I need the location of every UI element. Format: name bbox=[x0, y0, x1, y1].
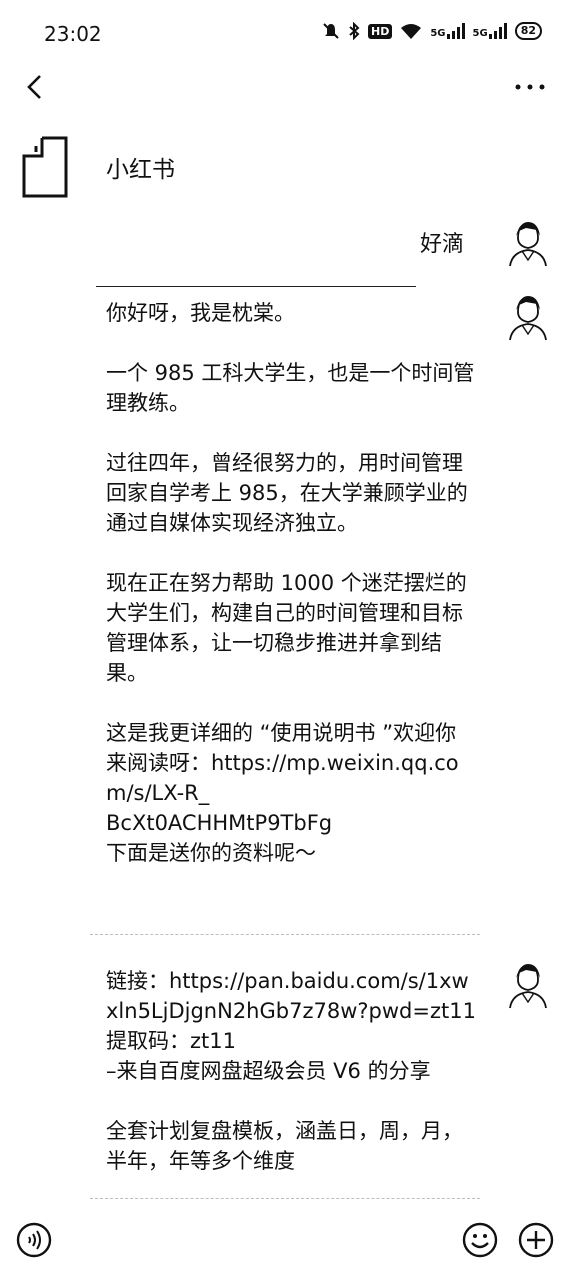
signal-label-1: 5G bbox=[430, 28, 446, 39]
wifi-icon bbox=[401, 24, 422, 39]
hd-badge: HD bbox=[368, 23, 393, 39]
signal-icon-1 bbox=[446, 23, 465, 39]
chevron-left-icon[interactable] bbox=[20, 72, 48, 102]
input-bar-separator bbox=[90, 1198, 480, 1199]
sender-avatar-2[interactable] bbox=[504, 960, 552, 1010]
status-bar: 23:02 HD 5G 5G 82 bbox=[0, 0, 572, 68]
status-icons: HD 5G 5G 82 bbox=[322, 22, 542, 40]
my-avatar[interactable] bbox=[504, 218, 552, 268]
voice-input-icon[interactable] bbox=[16, 1222, 52, 1258]
my-reply-message[interactable]: 好滴 bbox=[420, 226, 464, 258]
status-time: 23:02 bbox=[44, 22, 102, 46]
emoji-icon[interactable] bbox=[462, 1222, 498, 1258]
bluetooth-icon bbox=[349, 22, 360, 40]
message-separator bbox=[90, 934, 480, 935]
sender-avatar-1[interactable] bbox=[504, 292, 552, 342]
message-divider bbox=[96, 286, 416, 287]
more-horizontal-icon[interactable] bbox=[510, 72, 550, 102]
contact-logo bbox=[22, 136, 68, 198]
mute-icon bbox=[323, 23, 339, 39]
plus-circle-icon[interactable] bbox=[518, 1222, 554, 1258]
contact-name[interactable]: 小红书 bbox=[106, 150, 175, 184]
incoming-message-2[interactable]: 链接：https://pan.baidu.com/s/1xwxln5LjDjgn… bbox=[106, 966, 476, 1176]
battery-icon: 82 bbox=[514, 22, 542, 40]
incoming-message-1[interactable]: 你好呀，我是枕棠。 一个 985 工科大学生，也是一个时间管理教练。 过往四年，… bbox=[106, 298, 476, 868]
input-bar bbox=[0, 1198, 572, 1280]
signal-label-2: 5G bbox=[472, 28, 488, 39]
signal-icon-2 bbox=[488, 23, 507, 39]
